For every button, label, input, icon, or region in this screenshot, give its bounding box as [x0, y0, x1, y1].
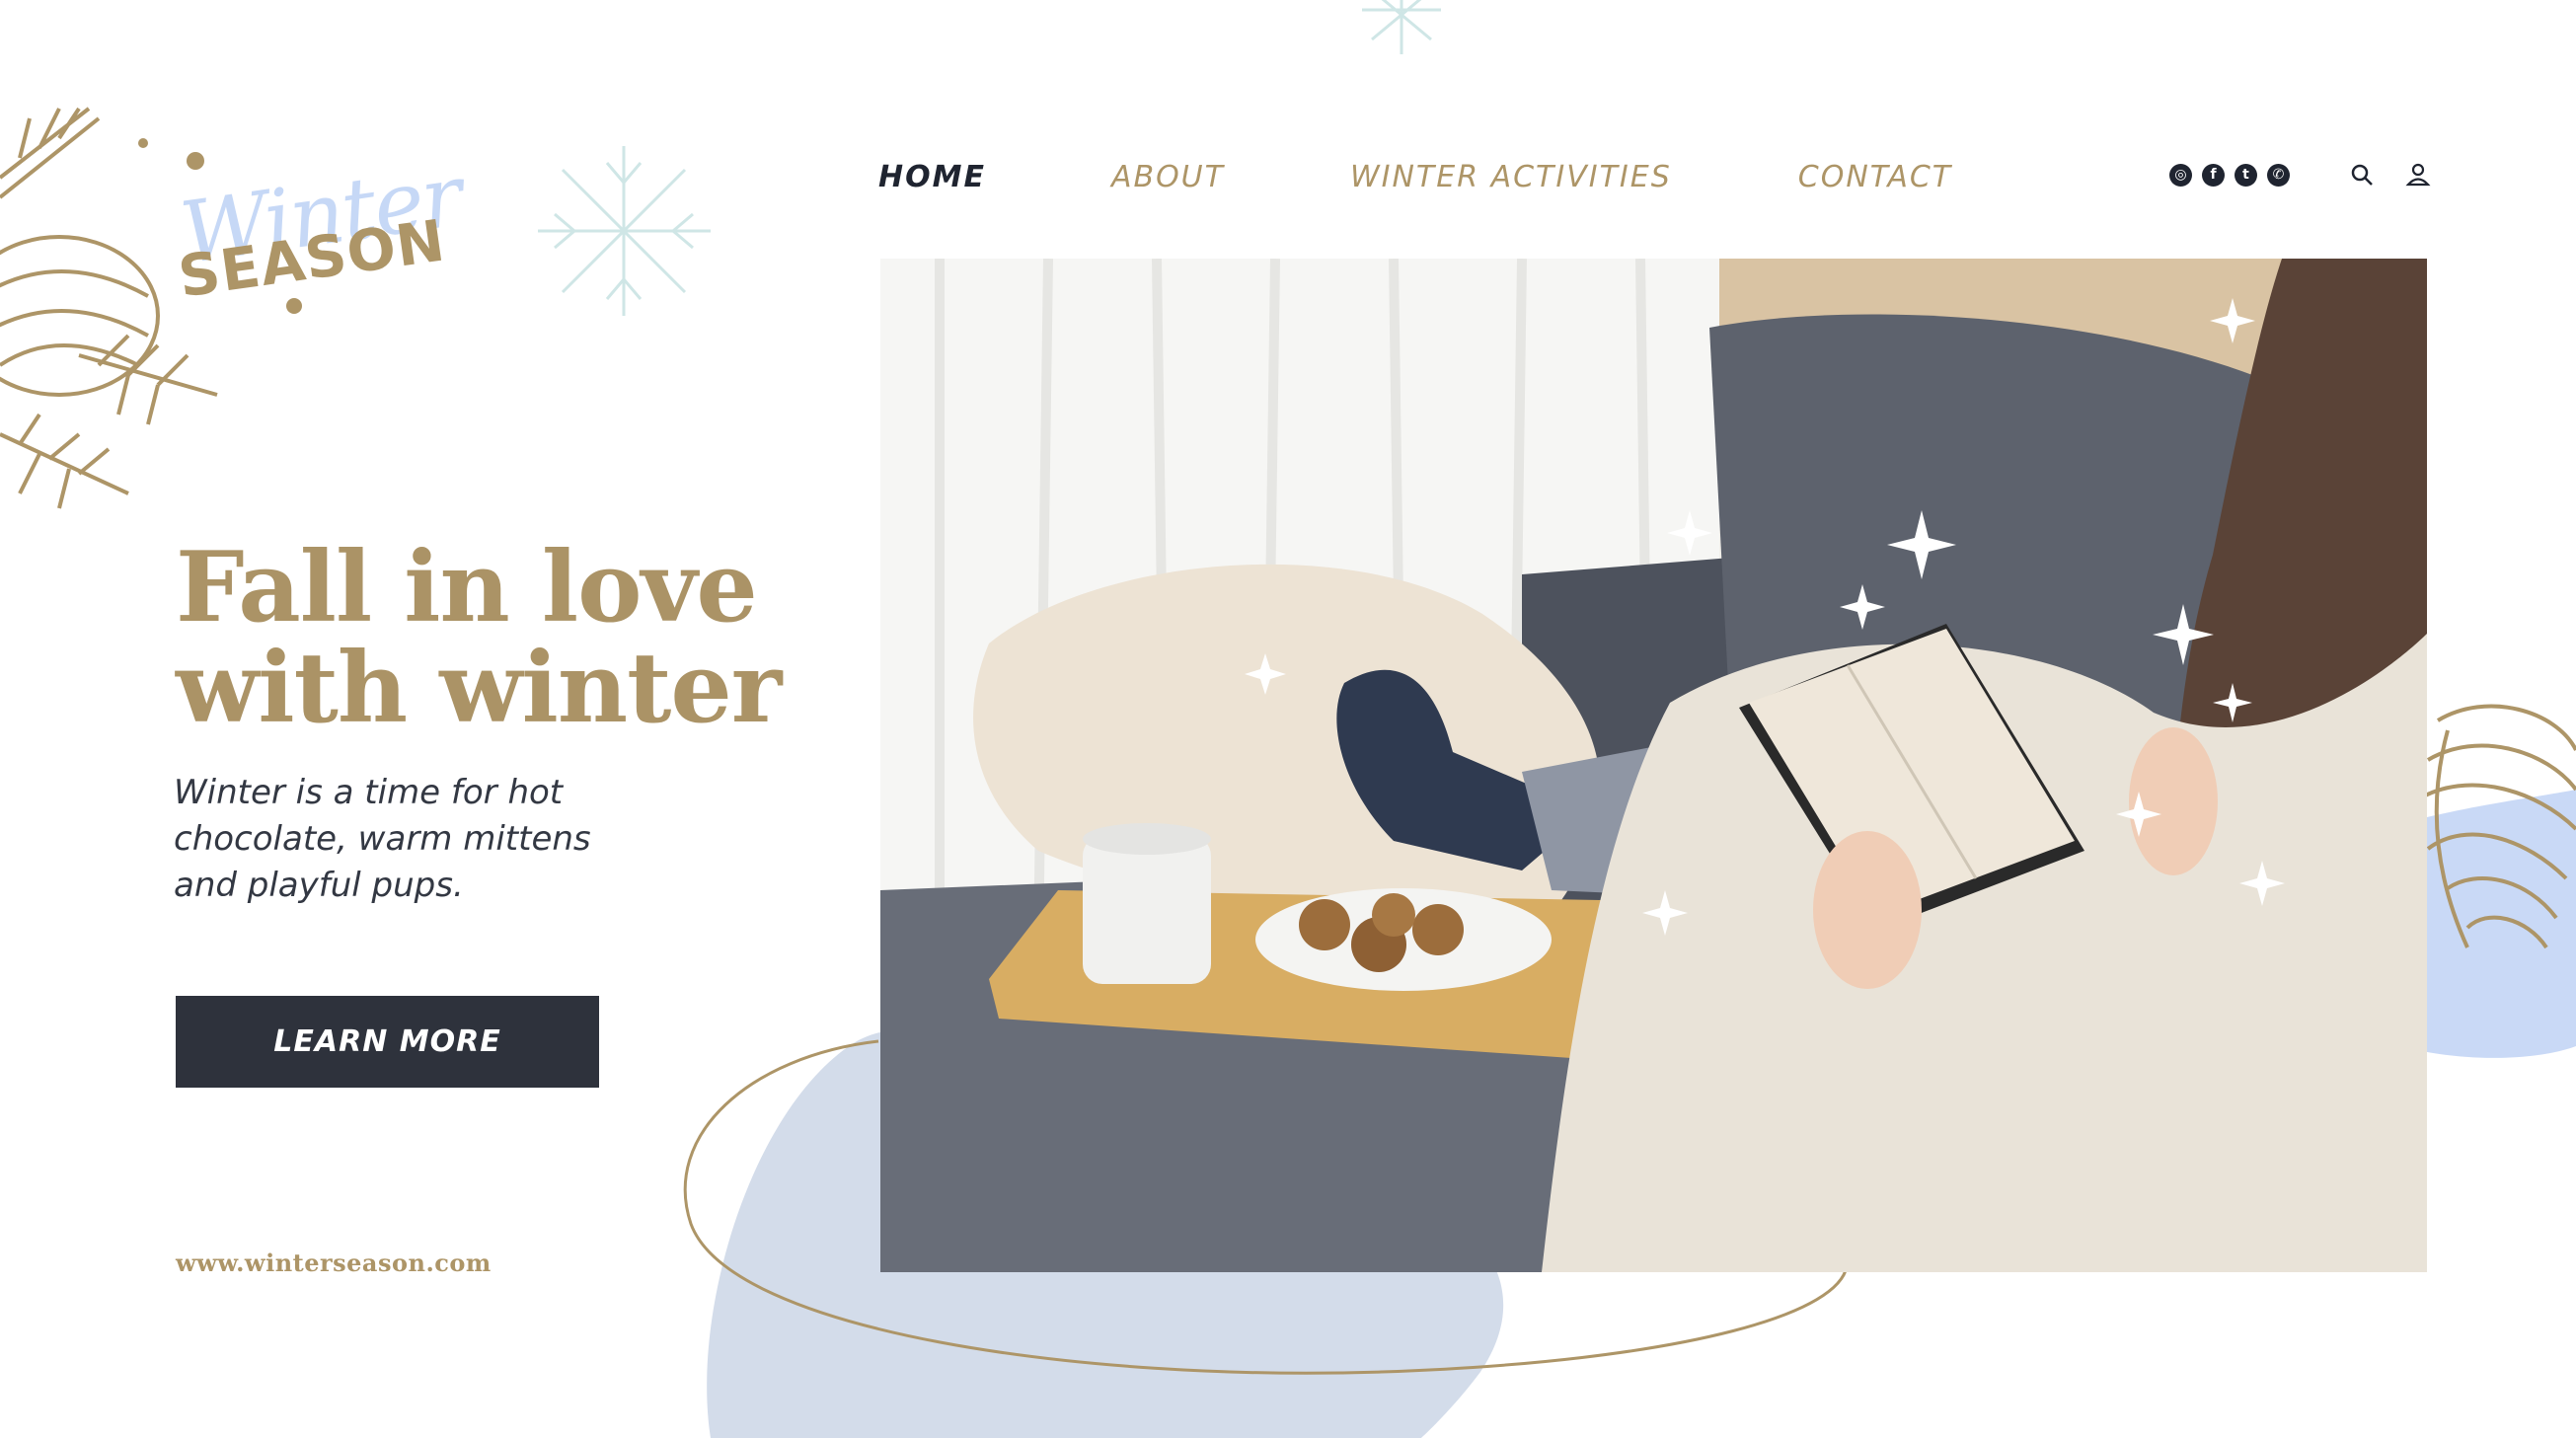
snowflake-top — [1362, 0, 1441, 54]
hero-headline-line-1: Fall in love — [176, 531, 758, 644]
whatsapp-icon[interactable]: ✆ — [2267, 164, 2290, 187]
hero-headline-line-2: with winter — [176, 632, 782, 745]
user-icon[interactable] — [2405, 162, 2431, 188]
twitter-icon[interactable]: t — [2235, 164, 2257, 187]
website-url[interactable]: www.winterseason.com — [176, 1249, 492, 1277]
nav-item-about[interactable]: ABOUT — [1111, 153, 1225, 202]
nav-item-winter-activities[interactable]: WINTER ACTIVITIES — [1350, 153, 1672, 202]
site-logo[interactable]: Winter SEASON — [175, 147, 467, 314]
nav-item-contact[interactable]: CONTACT — [1798, 153, 1952, 202]
facebook-icon[interactable]: f — [2202, 164, 2225, 187]
hero-headline: Fall in love with winter — [176, 538, 788, 739]
social-links: ◎ f t ✆ — [2169, 164, 2290, 187]
learn-more-button[interactable]: LEARN MORE — [176, 996, 599, 1088]
search-icon[interactable] — [2349, 162, 2375, 188]
nav-item-home[interactable]: HOME — [878, 153, 986, 202]
main-nav: HOME ABOUT WINTER ACTIVITIES CONTACT — [878, 153, 1952, 202]
hero-subcopy-line-1: Winter is a time for hot — [174, 773, 564, 812]
instagram-icon[interactable]: ◎ — [2169, 164, 2192, 187]
hero-subcopy-line-2: chocolate, warm mittens — [174, 819, 591, 859]
hero-subcopy: Winter is a time for hot chocolate, warm… — [174, 770, 687, 909]
snowflake-left — [538, 146, 711, 316]
hero-photo — [880, 259, 2427, 1272]
hero-subcopy-line-3: and playful pups. — [174, 866, 464, 905]
